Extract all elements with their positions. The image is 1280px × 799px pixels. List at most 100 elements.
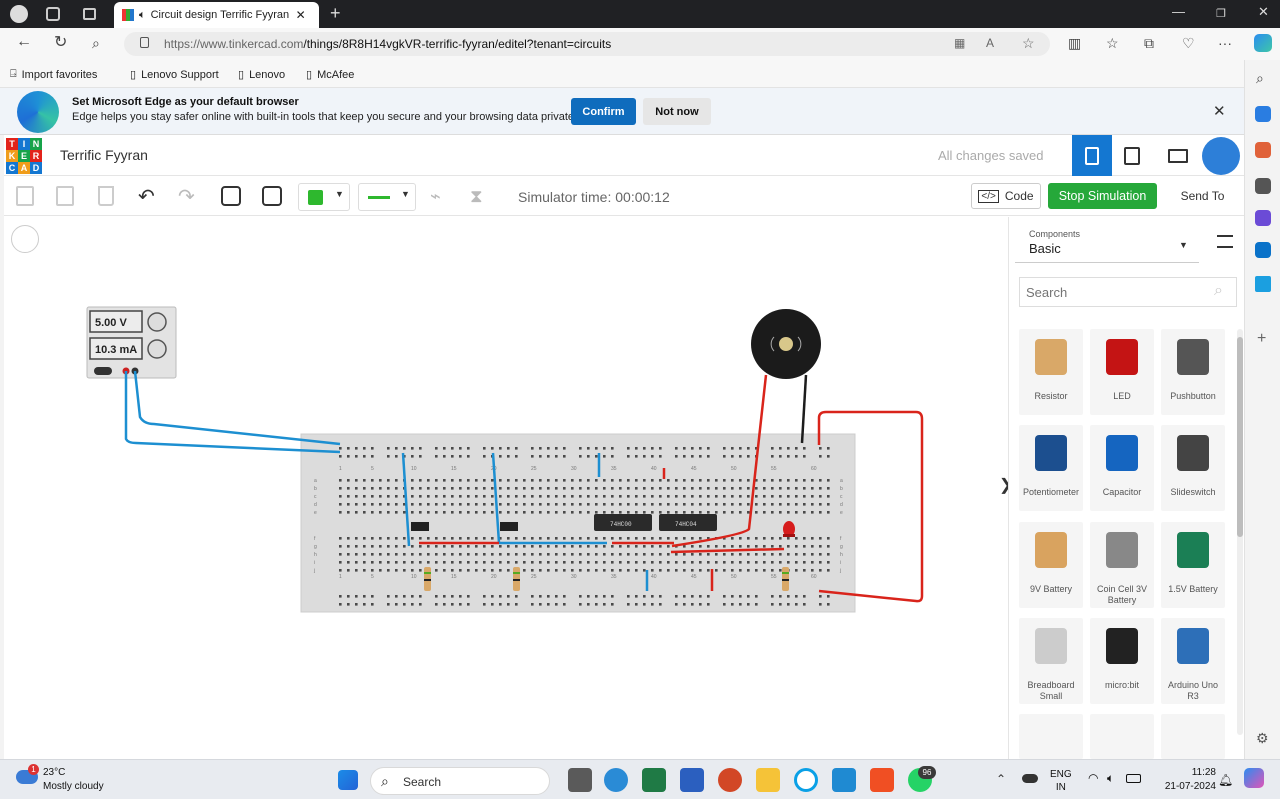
breadboard-hole[interactable]	[699, 487, 702, 490]
breadboard-hole[interactable]	[691, 537, 694, 540]
breadboard-hole[interactable]	[419, 553, 422, 556]
breadboard-hole[interactable]	[555, 503, 558, 506]
breadboard-hole[interactable]	[731, 511, 734, 514]
breadboard-hole[interactable]	[443, 455, 446, 458]
breadboard-hole[interactable]	[459, 447, 462, 450]
breadboard-hole[interactable]	[795, 503, 798, 506]
breadboard-hole[interactable]	[715, 553, 718, 556]
breadboard-hole[interactable]	[827, 553, 830, 556]
breadboard-hole[interactable]	[771, 561, 774, 564]
breadboard-hole[interactable]	[467, 595, 470, 598]
breadboard-hole[interactable]	[547, 545, 550, 548]
breadboard-hole[interactable]	[763, 561, 766, 564]
breadboard-hole[interactable]	[379, 511, 382, 514]
breadboard-hole[interactable]	[403, 537, 406, 540]
breadboard-hole[interactable]	[563, 455, 566, 458]
breadboard-hole[interactable]	[347, 545, 350, 548]
breadboard-hole[interactable]	[803, 511, 806, 514]
breadboard-hole[interactable]	[515, 561, 518, 564]
breadboard-hole[interactable]	[403, 511, 406, 514]
breadboard-hole[interactable]	[691, 511, 694, 514]
breadboard-hole[interactable]	[723, 595, 726, 598]
breadboard-hole[interactable]	[771, 447, 774, 450]
resistor-3[interactable]	[782, 567, 789, 591]
breadboard-hole[interactable]	[443, 545, 446, 548]
breadboard-hole[interactable]	[635, 553, 638, 556]
component-slideswitch[interactable]: Slideswitch	[1161, 425, 1225, 511]
breadboard-hole[interactable]	[539, 479, 542, 482]
breadboard-hole[interactable]	[691, 561, 694, 564]
breadboard-hole[interactable]	[675, 479, 678, 482]
breadboard-hole[interactable]	[435, 545, 438, 548]
breadboard-hole[interactable]	[355, 511, 358, 514]
breadboard-hole[interactable]	[771, 545, 774, 548]
breadboard-hole[interactable]	[739, 479, 742, 482]
breadboard-hole[interactable]	[763, 545, 766, 548]
breadboard-hole[interactable]	[483, 537, 486, 540]
breadboard-hole[interactable]	[475, 503, 478, 506]
breadboard-hole[interactable]	[795, 545, 798, 548]
breadboard-hole[interactable]	[507, 511, 510, 514]
breadboard-hole[interactable]	[347, 569, 350, 572]
breadboard-hole[interactable]	[699, 545, 702, 548]
breadboard-hole[interactable]	[387, 545, 390, 548]
breadboard-hole[interactable]	[371, 569, 374, 572]
breadboard-hole[interactable]	[451, 495, 454, 498]
breadboard-hole[interactable]	[531, 495, 534, 498]
breadboard-hole[interactable]	[603, 511, 606, 514]
breadboard-hole[interactable]	[667, 495, 670, 498]
breadboard-hole[interactable]	[459, 595, 462, 598]
breadboard-hole[interactable]	[731, 569, 734, 572]
breadboard-hole[interactable]	[771, 487, 774, 490]
breadboard-hole[interactable]	[387, 479, 390, 482]
component-potentiometer[interactable]: Potentiometer	[1019, 425, 1083, 511]
breadboard-hole[interactable]	[603, 503, 606, 506]
breadboard-hole[interactable]	[523, 487, 526, 490]
breadboard-hole[interactable]	[731, 603, 734, 606]
breadboard-hole[interactable]	[387, 447, 390, 450]
breadboard-hole[interactable]	[771, 511, 774, 514]
favorite-star-icon[interactable]: ☆	[1022, 35, 1035, 52]
breadboard-hole[interactable]	[395, 487, 398, 490]
breadboard-hole[interactable]	[747, 479, 750, 482]
breadboard-hole[interactable]	[555, 595, 558, 598]
breadboard-hole[interactable]	[339, 569, 342, 572]
breadboard-hole[interactable]	[459, 537, 462, 540]
piezo-buzzer[interactable]	[751, 309, 821, 379]
breadboard-hole[interactable]	[363, 537, 366, 540]
weather-widget[interactable]: 1 23°C Mostly cloudy	[16, 764, 126, 796]
component-capacitor[interactable]: Capacitor	[1090, 425, 1154, 511]
breadboard-hole[interactable]	[627, 553, 630, 556]
breadboard-hole[interactable]	[395, 479, 398, 482]
project-title[interactable]: Terrific Fyyran	[60, 147, 148, 163]
breadboard-hole[interactable]	[523, 495, 526, 498]
breadboard-hole[interactable]	[691, 479, 694, 482]
breadboard-hole[interactable]	[379, 569, 382, 572]
breadboard-hole[interactable]	[491, 561, 494, 564]
battery-icon[interactable]	[1126, 774, 1141, 783]
breadboard-hole[interactable]	[411, 537, 414, 540]
circuit-view-button[interactable]	[1072, 135, 1112, 176]
breadboard-hole[interactable]	[715, 495, 718, 498]
breadboard-hole[interactable]	[795, 595, 798, 598]
breadboard-hole[interactable]	[683, 603, 686, 606]
breadboard-hole[interactable]	[435, 495, 438, 498]
breadboard-hole[interactable]	[699, 479, 702, 482]
breadboard-hole[interactable]	[547, 603, 550, 606]
breadboard-hole[interactable]	[819, 511, 822, 514]
browser-essentials-icon[interactable]: ♡	[1182, 35, 1195, 52]
breadboard-hole[interactable]	[395, 561, 398, 564]
breadboard-hole[interactable]	[683, 595, 686, 598]
breadboard-hole[interactable]	[811, 545, 814, 548]
breadboard-hole[interactable]	[787, 595, 790, 598]
breadboard-hole[interactable]	[579, 455, 582, 458]
copilot-taskbar-icon[interactable]	[1244, 768, 1264, 788]
breadboard-hole[interactable]	[339, 511, 342, 514]
breadboard-hole[interactable]	[563, 479, 566, 482]
tab-active[interactable]: 🔈︎ Circuit design Terrific Fyyran ✕	[114, 2, 319, 28]
breadboard-hole[interactable]	[795, 603, 798, 606]
breadboard-hole[interactable]	[827, 603, 830, 606]
component-micro-bit[interactable]: micro:bit	[1090, 618, 1154, 704]
breadboard-hole[interactable]	[739, 503, 742, 506]
breadboard-hole[interactable]	[643, 495, 646, 498]
